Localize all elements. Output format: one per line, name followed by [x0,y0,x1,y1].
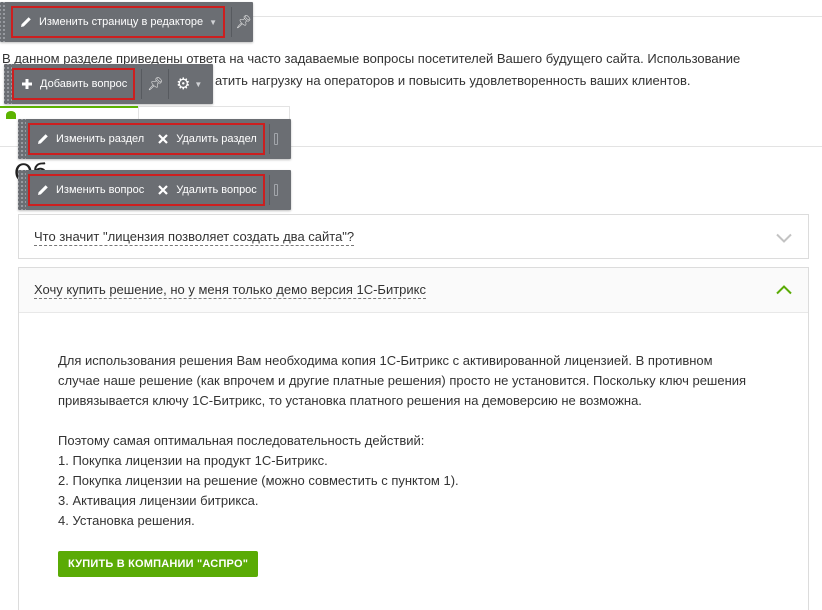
toolbar-separator [141,69,143,99]
toolbar-separator [168,69,170,99]
add-question-button[interactable]: Добавить вопрос [14,70,133,98]
delete-section-label: Удалить раздел [176,133,257,145]
chevron-down-icon[interactable]: ▼ [194,80,202,89]
toolbar-resize-handle[interactable] [272,119,280,159]
chevron-up-icon[interactable] [776,285,792,295]
edit-section-button[interactable]: Изменить раздел [30,125,150,153]
section-toolbar: Изменить раздел Удалить раздел [18,119,291,159]
gear-icon[interactable]: ⚙ ▼ [171,70,207,98]
faq-answer: Для использования решения Вам необходима… [19,313,808,577]
content-top-border [250,16,822,17]
edit-page-label: Изменить страницу в редакторе [38,16,204,28]
faq-item: Что значит "лицензия позволяет создать д… [18,214,809,259]
answer-step: 3. Активация лицензии битрикса. [58,493,259,508]
answer-step: 4. Установка решения. [58,513,195,528]
edit-page-button[interactable]: Изменить страницу в редакторе ▼ [13,8,223,36]
pencil-icon [19,15,33,29]
close-icon [156,183,170,197]
chevron-down-icon[interactable]: ▼ [209,18,217,27]
buy-from-aspro-button[interactable]: КУПИТЬ В КОМПАНИИ "АСПРО" [58,551,259,577]
faq-question-title[interactable]: Хочу купить решение, но у меня только де… [34,282,427,299]
pin-icon[interactable]: 📌︎ [144,70,166,98]
answer-step: 1. Покупка лицензии на продукт 1С-Битрик… [58,453,328,468]
answer-steps-intro: Поэтому самая оптимальная последовательн… [58,433,425,448]
close-icon [156,132,170,146]
toolbar-drag-handle[interactable] [18,170,26,210]
faq-question-header[interactable]: Что значит "лицензия позволяет создать д… [19,215,808,260]
edit-section-label: Изменить раздел [56,133,145,145]
toolbar-drag-handle[interactable] [4,64,12,104]
chevron-down-icon[interactable] [776,233,792,243]
edit-question-button[interactable]: Изменить вопрос [30,176,150,204]
plus-icon [20,77,34,91]
add-question-highlight: Добавить вопрос [12,68,136,100]
question-add-toolbar: Добавить вопрос 📌︎ ⚙ ▼ [4,64,213,104]
toolbar-drag-handle[interactable] [18,119,26,159]
faq-question-title[interactable]: Что значит "лицензия позволяет создать д… [34,229,355,246]
edit-question-label: Изменить вопрос [56,184,145,196]
pencil-icon [36,132,50,146]
page-edit-highlight: Изменить страницу в редакторе ▼ [10,6,226,38]
answer-step: 2. Покупка лицензии на решение (можно со… [58,473,459,488]
faq-item-expanded: Хочу купить решение, но у меня только де… [18,267,809,610]
delete-question-label: Удалить вопрос [176,184,257,196]
pin-icon[interactable]: 📌︎ [234,8,253,36]
toolbar-resize-handle[interactable] [272,170,280,210]
delete-section-button[interactable]: Удалить раздел [150,125,263,153]
page-edit-toolbar: Изменить страницу в редакторе ▼ 📌︎ [0,2,253,42]
toolbar-separator [268,175,270,205]
faq-question-header[interactable]: Хочу купить решение, но у меня только де… [19,268,808,313]
answer-paragraph: Для использования решения Вам необходима… [58,353,747,408]
question-toolbar: Изменить вопрос Удалить вопрос [18,170,291,210]
toolbar-drag-handle[interactable] [0,2,7,42]
delete-question-button[interactable]: Удалить вопрос [150,176,263,204]
toolbar-separator [268,124,270,154]
toolbar-separator [231,7,232,37]
section-actions-highlight: Изменить раздел Удалить раздел [28,123,265,155]
question-actions-highlight: Изменить вопрос Удалить вопрос [28,174,265,206]
tab-active-mark [6,111,16,119]
add-question-label: Добавить вопрос [40,78,128,90]
pencil-icon [36,183,50,197]
